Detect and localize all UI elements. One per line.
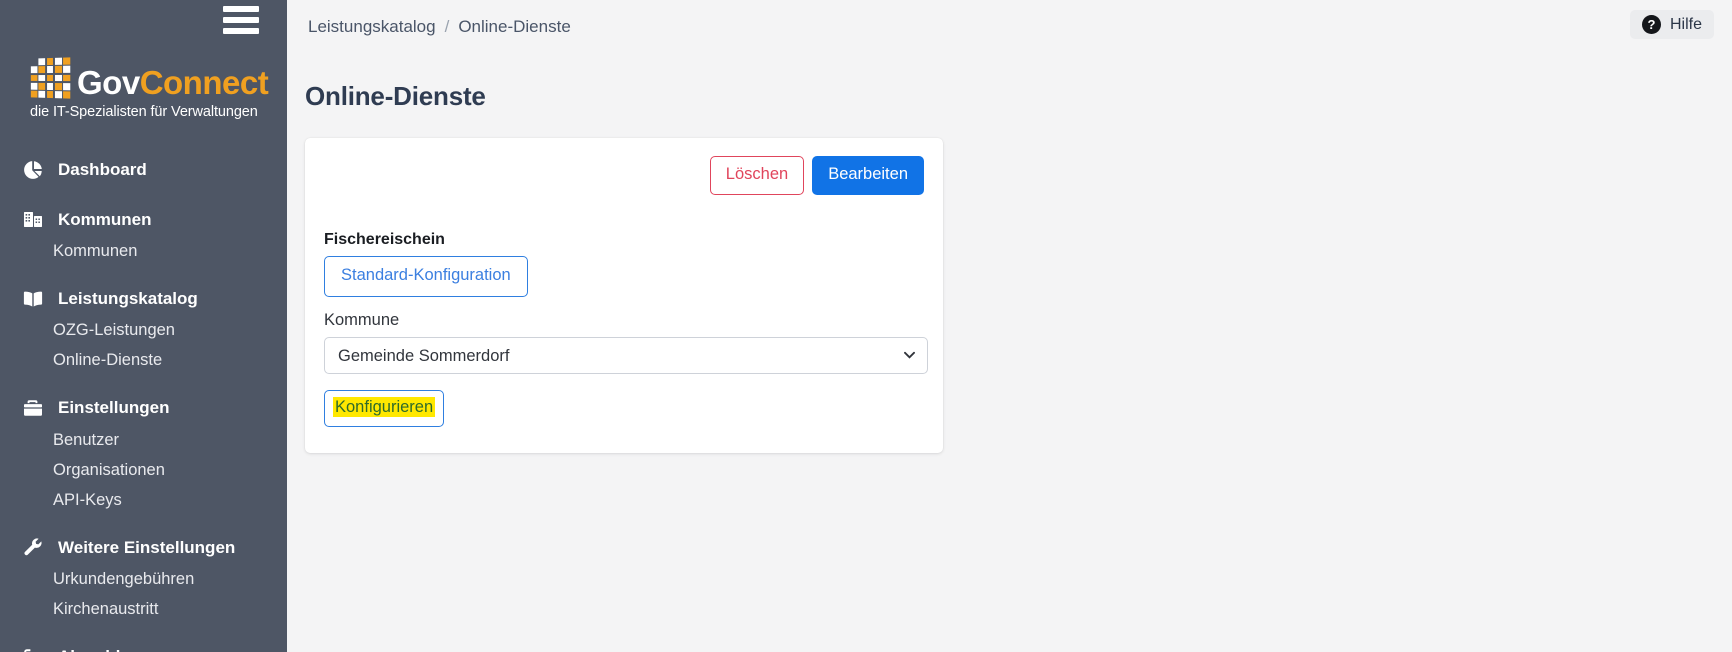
sidebar-group-weitere-einstellungen: Weitere Einstellungen Urkundengebühren K… <box>0 530 287 625</box>
sidebar-group-dashboard: Dashboard <box>0 152 287 188</box>
wrench-icon <box>22 536 44 558</box>
app-root: GovConnect die IT-Spezialisten für Verwa… <box>0 0 1732 652</box>
sidebar-item-label: Abmelden <box>58 644 140 652</box>
sidebar-group-abmelden: Abmelden <box>0 639 287 652</box>
help-button-label: Hilfe <box>1669 15 1702 33</box>
delete-button[interactable]: Löschen <box>709 156 805 196</box>
hamburger-bar <box>223 6 259 12</box>
sidebar-item-label: Weitere Einstellungen <box>58 537 236 557</box>
konfigurieren-button-label: Konfigurieren <box>333 397 436 417</box>
kommune-label: Kommune <box>324 311 400 329</box>
sidebar: GovConnect die IT-Spezialisten für Verwa… <box>0 0 287 652</box>
konfigurieren-button[interactable]: Konfigurieren <box>324 390 445 427</box>
brand-name: GovConnect <box>77 63 269 101</box>
breadcrumb: Leistungskatalog / Online-Dienste <box>305 17 571 37</box>
sidebar-subitem-online-dienste[interactable]: Online-Dienste <box>0 346 287 376</box>
question-circle-icon: ? <box>1641 15 1661 34</box>
sidebar-subitem-organisationen[interactable]: Organisationen <box>0 456 287 486</box>
sidebar-group-kommunen: Kommunen Kommunen <box>0 202 287 267</box>
sidebar-item-kommunen[interactable]: Kommunen <box>0 202 287 238</box>
hamburger-bar <box>223 17 259 23</box>
pie-chart-icon <box>22 159 44 181</box>
sidebar-subitem-api-keys[interactable]: API-Keys <box>0 486 287 516</box>
sidebar-item-label: Einstellungen <box>58 398 170 418</box>
main-content: Leistungskatalog / Online-Dienste ? Hilf… <box>287 0 1732 652</box>
sidebar-item-einstellungen[interactable]: Einstellungen <box>0 390 287 426</box>
sidebar-item-label: Leistungskatalog <box>58 288 198 308</box>
hamburger-menu-icon[interactable] <box>223 6 259 34</box>
sidebar-item-abmelden[interactable]: Abmelden <box>0 639 287 652</box>
building-grid-icon <box>30 57 71 99</box>
open-book-icon <box>22 288 44 310</box>
kommune-select[interactable]: Gemeinde Sommerdorf <box>324 337 928 374</box>
buildings-icon <box>22 208 44 230</box>
sidebar-subitem-ozg-leistungen[interactable]: OZG-Leistungen <box>0 316 287 346</box>
sidebar-item-label: Kommunen <box>58 209 152 229</box>
brand-tagline: die IT-Spezialisten für Verwaltungen <box>30 104 258 120</box>
online-dienst-card: Löschen Bearbeiten Fischereischein Stand… <box>305 138 943 453</box>
sidebar-subitem-benutzer[interactable]: Benutzer <box>0 426 287 456</box>
sidebar-item-dashboard[interactable]: Dashboard <box>0 152 287 188</box>
sidebar-item-weitere-einstellungen[interactable]: Weitere Einstellungen <box>0 530 287 566</box>
sidebar-group-einstellungen: Einstellungen Benutzer Organisationen AP… <box>0 390 287 515</box>
sidebar-group-leistungskatalog: Leistungskatalog OZG-Leistungen Online-D… <box>0 281 287 376</box>
sidebar-subitem-kirchenaustritt[interactable]: Kirchenaustritt <box>0 595 287 625</box>
breadcrumb-parent[interactable]: Leistungskatalog <box>308 17 436 37</box>
page-title: Online-Dienste <box>305 81 486 112</box>
standard-konfiguration-button[interactable]: Standard-Konfiguration <box>324 256 528 297</box>
sidebar-item-label: Dashboard <box>58 160 147 179</box>
service-heading: Fischereischein <box>324 231 445 249</box>
card-action-bar: Löschen Bearbeiten <box>324 156 924 196</box>
configure-row: Konfigurieren <box>324 390 924 427</box>
breadcrumb-separator: / <box>444 17 450 36</box>
sidebar-subitem-urkundengebuehren[interactable]: Urkundengebühren <box>0 565 287 595</box>
brand-name-gov: Gov <box>77 63 140 101</box>
sidebar-nav: Dashboard Kommunen Kommunen Leistungskat… <box>0 152 287 652</box>
edit-button[interactable]: Bearbeiten <box>812 156 924 196</box>
brand-name-connect: Connect <box>139 63 269 101</box>
breadcrumb-current: Online-Dienste <box>458 17 571 36</box>
hamburger-bar <box>223 28 259 34</box>
logout-icon <box>22 646 44 652</box>
sidebar-subitem-kommunen[interactable]: Kommunen <box>0 237 287 267</box>
sidebar-item-leistungskatalog[interactable]: Leistungskatalog <box>0 281 287 317</box>
kommune-select-wrapper: Gemeinde Sommerdorf <box>324 337 928 374</box>
topbar: Leistungskatalog / Online-Dienste ? Hilf… <box>287 0 1732 54</box>
help-button[interactable]: ? Hilfe <box>1629 10 1714 39</box>
briefcase-icon <box>22 397 44 419</box>
